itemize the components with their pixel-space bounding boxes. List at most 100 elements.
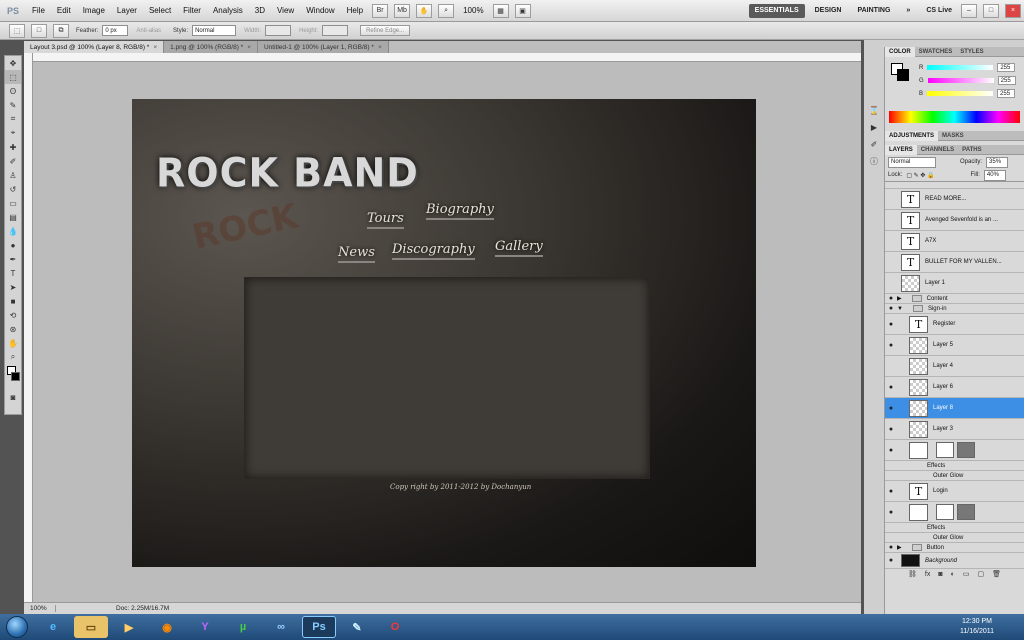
layer-mask-icon[interactable] bbox=[936, 504, 954, 520]
layer-mask-icon[interactable] bbox=[936, 442, 954, 458]
history-brush-icon[interactable]: ↺ bbox=[5, 182, 21, 196]
history-icon[interactable]: ⌛ bbox=[866, 103, 882, 117]
hand-tool-icon[interactable]: ✋ bbox=[5, 336, 21, 350]
red-value[interactable]: 255 bbox=[997, 63, 1016, 72]
eyedropper-tool-icon[interactable]: ⌖ bbox=[5, 126, 21, 140]
explorer-folder-icon[interactable]: ▭ bbox=[74, 616, 108, 638]
layer-row[interactable]: ● T Register bbox=[885, 314, 1024, 335]
fx-icon[interactable]: fx bbox=[925, 571, 930, 578]
vector-mask-icon[interactable] bbox=[957, 504, 975, 520]
dodge-tool-icon[interactable]: ● bbox=[5, 238, 21, 252]
quick-select-tool-icon[interactable]: ✎ bbox=[5, 98, 21, 112]
menu-image[interactable]: Image bbox=[77, 6, 111, 15]
zoom-tool-icon[interactable]: ⌕ bbox=[438, 3, 455, 18]
green-value[interactable]: 255 bbox=[997, 76, 1016, 85]
zoom-level[interactable]: 100% bbox=[457, 6, 489, 15]
info-icon[interactable]: ⓘ bbox=[866, 154, 882, 168]
menu-file[interactable]: File bbox=[26, 6, 51, 15]
tab-layout-3[interactable]: Layout 3.psd @ 100% (Layer 8, RGB/8) * × bbox=[24, 41, 165, 53]
expand-icon[interactable]: ▶ bbox=[897, 295, 902, 302]
color-swatch-icon[interactable] bbox=[5, 364, 21, 390]
canvas-artwork[interactable]: ROCK ROCK BAND Tours Biography News Disc… bbox=[132, 99, 756, 567]
expand-icon[interactable]: ▶ bbox=[897, 544, 902, 551]
layer-row[interactable]: ● Layer 3 bbox=[885, 419, 1024, 440]
height-input[interactable] bbox=[322, 25, 349, 36]
close-button[interactable]: × bbox=[1005, 3, 1021, 18]
outer-glow-row[interactable]: Outer Glow bbox=[885, 471, 1024, 481]
opacity-input[interactable]: 35% bbox=[986, 156, 1009, 168]
tab-paths[interactable]: PATHS bbox=[958, 147, 985, 153]
menu-select[interactable]: Select bbox=[143, 6, 177, 15]
eye-icon[interactable]: ● bbox=[885, 405, 897, 412]
hand-tool-icon[interactable]: ✋ bbox=[416, 3, 433, 18]
brush-tool-icon[interactable]: ✐ bbox=[5, 154, 21, 168]
tab-layers[interactable]: LAYERS bbox=[885, 144, 917, 155]
layer-row[interactable]: ● T Login bbox=[885, 481, 1024, 502]
blend-mode-select[interactable]: Normal bbox=[888, 156, 936, 168]
eye-icon[interactable]: ● bbox=[885, 426, 897, 433]
screen-mode-icon[interactable]: ▣ bbox=[514, 3, 531, 18]
blue-value[interactable]: 255 bbox=[997, 89, 1016, 98]
link-icon[interactable]: ⛓ bbox=[908, 570, 917, 578]
menu-edit[interactable]: Edit bbox=[51, 6, 77, 15]
outer-glow-row[interactable]: Outer Glow bbox=[885, 533, 1024, 543]
yahoo-messenger-icon[interactable]: Y bbox=[188, 616, 222, 638]
vertical-ruler[interactable] bbox=[24, 53, 33, 602]
close-icon[interactable]: × bbox=[153, 44, 157, 51]
new-group-icon[interactable]: ▭ bbox=[963, 570, 970, 578]
tab-masks[interactable]: MASKS bbox=[938, 133, 968, 139]
tab-untitled-1[interactable]: Untitled-1 @ 100% (Layer 1, RGB/8) * × bbox=[258, 41, 389, 53]
blur-tool-icon[interactable]: 💧 bbox=[5, 224, 21, 238]
refine-edge-button[interactable]: Refine Edge... bbox=[360, 25, 411, 36]
marquee-tool-icon[interactable]: ⬚ bbox=[5, 70, 21, 84]
layer-row[interactable]: ● Background bbox=[885, 553, 1024, 569]
menu-layer[interactable]: Layer bbox=[111, 6, 143, 15]
path-select-tool-icon[interactable]: ➤ bbox=[5, 280, 21, 294]
eye-icon[interactable]: ● bbox=[885, 342, 897, 349]
tab-1-png[interactable]: 1.png @ 100% (RGB/8) * × bbox=[164, 41, 258, 53]
trash-icon[interactable]: 🗑 bbox=[992, 570, 1001, 578]
3d-rotate-tool-icon[interactable]: ⟲ bbox=[5, 308, 21, 322]
menu-view[interactable]: View bbox=[271, 6, 300, 15]
opera-icon[interactable]: O bbox=[378, 616, 412, 638]
menu-3d[interactable]: 3D bbox=[249, 6, 271, 15]
layer-row-selected[interactable]: ● Layer 8 bbox=[885, 398, 1024, 419]
layer-row-with-mask[interactable]: ● bbox=[885, 440, 1024, 461]
eye-icon[interactable]: ● bbox=[885, 544, 897, 551]
lasso-tool-icon[interactable]: ʘ bbox=[5, 84, 21, 98]
adjustment-icon[interactable]: ◐ bbox=[951, 571, 955, 578]
layer-group-row[interactable]: ● ▶ Content bbox=[885, 294, 1024, 304]
lock-icons[interactable]: ▢ ✎ ✥ 🔒 bbox=[906, 172, 934, 179]
move-tool-icon[interactable]: ✥ bbox=[5, 56, 21, 70]
menu-filter[interactable]: Filter bbox=[177, 6, 207, 15]
eye-icon[interactable]: ● bbox=[885, 384, 897, 391]
eye-icon[interactable]: ● bbox=[885, 321, 897, 328]
tab-channels[interactable]: CHANNELS bbox=[917, 147, 958, 153]
color-spectrum[interactable] bbox=[889, 111, 1020, 123]
style-select[interactable]: Normal bbox=[192, 25, 237, 36]
pen-tool-icon[interactable]: ✒ bbox=[5, 252, 21, 266]
media-player-icon[interactable]: ▶ bbox=[112, 616, 146, 638]
layer-row[interactable]: T BULLET FOR MY VALLEN... bbox=[885, 252, 1024, 273]
gradient-tool-icon[interactable]: ▤ bbox=[5, 210, 21, 224]
actions-icon[interactable]: ▶ bbox=[866, 120, 882, 134]
effects-row[interactable]: Effects bbox=[885, 461, 1024, 471]
tab-color[interactable]: COLOR bbox=[885, 46, 915, 57]
eye-icon[interactable]: ● bbox=[885, 509, 897, 516]
network-app-icon[interactable]: ∞ bbox=[264, 616, 298, 638]
menu-window[interactable]: Window bbox=[300, 6, 340, 15]
bridge-icon[interactable]: Br bbox=[372, 3, 389, 18]
menu-analysis[interactable]: Analysis bbox=[207, 6, 249, 15]
eraser-tool-icon[interactable]: ▭ bbox=[5, 196, 21, 210]
layer-row-with-mask[interactable]: ● bbox=[885, 502, 1024, 523]
anti-alias-checkbox[interactable]: Anti-alias bbox=[136, 28, 161, 34]
layer-group-row[interactable]: ● ▼ Sign-in bbox=[885, 304, 1024, 314]
width-input[interactable] bbox=[265, 25, 292, 36]
layer-row[interactable]: ● Layer 6 bbox=[885, 377, 1024, 398]
close-icon[interactable]: × bbox=[247, 44, 251, 51]
arrange-documents-icon[interactable]: ▦ bbox=[492, 3, 509, 18]
tab-adjustments[interactable]: ADJUSTMENTS bbox=[885, 130, 939, 141]
workspace-painting[interactable]: PAINTING bbox=[851, 4, 896, 18]
doc-size[interactable]: Doc: 2.25M/16.7M bbox=[56, 605, 169, 612]
layer-row[interactable]: Layer 1 bbox=[885, 273, 1024, 294]
